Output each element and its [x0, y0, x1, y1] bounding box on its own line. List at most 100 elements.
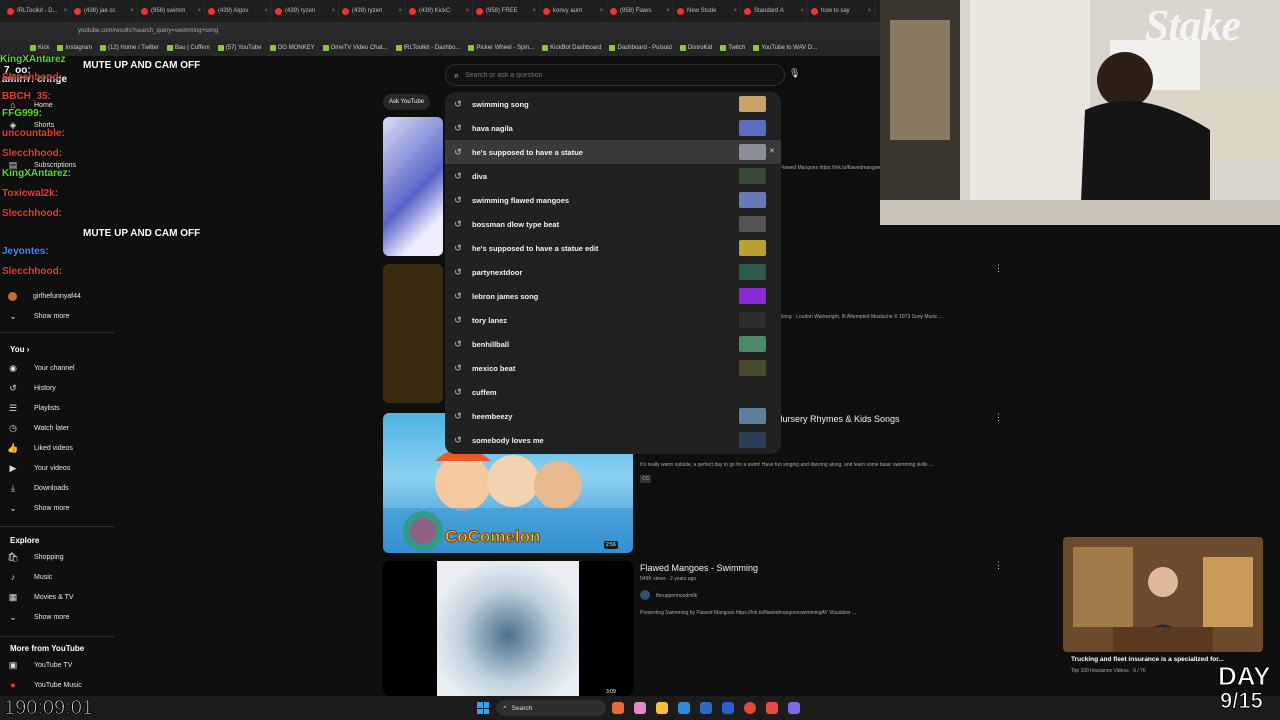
- sidebar-item-liked-videos[interactable]: 👍 Liked videos: [7, 439, 113, 457]
- close-tab-icon[interactable]: ×: [800, 8, 804, 14]
- windows-start-icon[interactable]: [477, 702, 489, 714]
- close-tab-icon[interactable]: ×: [733, 8, 737, 14]
- browser-tab[interactable]: konvy aunt ×: [540, 2, 607, 20]
- ad-video[interactable]: [1063, 537, 1263, 652]
- search-suggestion[interactable]: ↺ bossman dlow type beat: [445, 212, 781, 236]
- ask-youtube-button[interactable]: Ask YouTube: [383, 94, 431, 110]
- close-tab-icon[interactable]: ×: [130, 8, 134, 14]
- video-thumbnail[interactable]: [383, 561, 633, 696]
- sidebar-item-playlists[interactable]: ☰ Playlists: [8, 399, 113, 417]
- bookmark-item[interactable]: Bau | Cuffem: [166, 45, 210, 51]
- browser-tab[interactable]: (439) KickC ×: [406, 2, 473, 20]
- more-options-icon[interactable]: ⋮: [994, 412, 1003, 423]
- search-suggestion[interactable]: ↺ he's supposed to have a statue ✕: [445, 140, 781, 164]
- browser-tab[interactable]: (958) FREE ×: [473, 2, 540, 20]
- edge-icon[interactable]: [678, 702, 690, 714]
- search-suggestion[interactable]: ↺ heembeezy: [445, 404, 781, 428]
- search-suggestion[interactable]: ↺ mexico beat: [445, 356, 781, 380]
- close-tab-icon[interactable]: ×: [398, 8, 402, 14]
- bookmark-item[interactable]: DistroKid: [679, 45, 712, 51]
- bookmark-item[interactable]: Instagram: [57, 45, 92, 51]
- bookmark-item[interactable]: Kick: [30, 45, 49, 51]
- sidebar-item-shopping[interactable]: 🛍 Shopping: [7, 548, 113, 566]
- chrome-icon[interactable]: [744, 702, 756, 714]
- bookmark-item[interactable]: Picker Wheel - Spin...: [468, 45, 534, 51]
- bookmark-item[interactable]: (57) YouTube: [217, 45, 262, 51]
- sidebar-item-downloads[interactable]: ⤓ Downloads: [8, 479, 113, 497]
- app-icon[interactable]: [634, 702, 646, 714]
- avatar[interactable]: [640, 590, 650, 600]
- search-suggestion[interactable]: ↺ partynextdoor: [445, 260, 781, 284]
- bookmark-item[interactable]: YouTube to WAV D...: [753, 45, 817, 51]
- close-tab-icon[interactable]: ×: [666, 8, 670, 14]
- close-tab-icon[interactable]: ×: [599, 8, 603, 14]
- bookmark-item[interactable]: OG MONKEY: [269, 45, 315, 51]
- close-tab-icon[interactable]: ×: [264, 8, 268, 14]
- close-tab-icon[interactable]: ×: [197, 8, 201, 14]
- discord-icon[interactable]: [788, 702, 800, 714]
- video-thumbnail[interactable]: [383, 264, 443, 403]
- section-you[interactable]: You ›: [10, 345, 29, 354]
- sidebar-item-history[interactable]: ↺ History: [8, 379, 113, 397]
- close-tab-icon[interactable]: ×: [532, 8, 536, 14]
- browser-tab[interactable]: how to say ×: [808, 2, 875, 20]
- close-tab-icon[interactable]: ×: [63, 8, 67, 14]
- sidebar-show-more-subscriptions[interactable]: ⌄ Show more: [8, 307, 113, 325]
- close-tab-icon[interactable]: ×: [331, 8, 335, 14]
- search-suggestion[interactable]: ↺ cuffem: [445, 380, 781, 404]
- close-tab-icon[interactable]: ×: [867, 8, 871, 14]
- video-title[interactable]: Flawed Mangoes - Swimming: [640, 563, 758, 573]
- bookmark-item[interactable]: IRLToolkit - Dashbo...: [395, 45, 460, 51]
- search-suggestion[interactable]: ↺ somebody loves me: [445, 428, 781, 452]
- video-title[interactable]: Nursery Rhymes & Kids Songs: [776, 414, 900, 424]
- address-bar[interactable]: youtube.com/results?search_query=swimmin…: [0, 22, 880, 40]
- browser-tab[interactable]: (958) Flaws ×: [607, 2, 674, 20]
- sidebar-item-music[interactable]: ♪ Music: [8, 568, 113, 586]
- search-suggestion[interactable]: ↺ diva: [445, 164, 781, 188]
- search-suggestion[interactable]: ↺ he's supposed to have a statue edit: [445, 236, 781, 260]
- search-bar[interactable]: ⌕: [445, 64, 785, 86]
- app-icon[interactable]: [700, 702, 712, 714]
- bookmark-item[interactable]: Dashboard - Pulsoid: [609, 45, 672, 51]
- search-suggestion[interactable]: ↺ swimming song: [445, 92, 781, 116]
- browser-tab[interactable]: (439) ryzen ×: [272, 2, 339, 20]
- sidebar-item-subscription-channel[interactable]: girlhefunnyaf44: [8, 287, 113, 305]
- sidebar-item-show-more[interactable]: ⌄ Show more: [8, 608, 113, 626]
- microphone-icon[interactable]: 🎙: [789, 68, 800, 82]
- search-suggestion[interactable]: ↺ lebron james song: [445, 284, 781, 308]
- browser-tab[interactable]: (438) jae cc ×: [71, 2, 138, 20]
- app-icon[interactable]: [612, 702, 624, 714]
- bookmark-item[interactable]: OmeTV Video Chat...: [322, 45, 388, 51]
- browser-tab[interactable]: Standard A ×: [741, 2, 808, 20]
- sidebar-item-your-videos[interactable]: ▶ Your videos: [8, 459, 113, 477]
- sidebar-item-youtube-tv[interactable]: ▣ YouTube TV: [8, 656, 113, 674]
- search-suggestion[interactable]: ↺ swimming flawed mangoes: [445, 188, 781, 212]
- more-options-icon[interactable]: ⋮: [994, 560, 1003, 571]
- file-explorer-icon[interactable]: [656, 702, 668, 714]
- channel-name[interactable]: theuppermoodmilk: [656, 593, 697, 599]
- browser-tab[interactable]: (439) Algov ×: [205, 2, 272, 20]
- video-thumbnail[interactable]: [383, 117, 443, 256]
- search-suggestion[interactable]: ↺ tory lanez: [445, 308, 781, 332]
- search-suggestion[interactable]: ↺ benhillball: [445, 332, 781, 356]
- close-tab-icon[interactable]: ×: [465, 8, 469, 14]
- browser-tab[interactable]: (958) swimm ×: [138, 2, 205, 20]
- remove-suggestion-icon[interactable]: ✕: [769, 147, 775, 155]
- taskbar-search[interactable]: ⌕ Search: [496, 700, 606, 716]
- app-icon[interactable]: [766, 702, 778, 714]
- bookmark-item[interactable]: (12) Home / Twitter: [100, 45, 159, 51]
- browser-tab[interactable]: New Stude ×: [674, 2, 741, 20]
- bookmark-item[interactable]: KickBot Dashboard: [542, 45, 601, 51]
- browser-tab[interactable]: IRLToolkit - D... ×: [4, 2, 71, 20]
- sidebar-item-your-channel[interactable]: ◉ Your channel: [8, 359, 113, 377]
- sidebar-item-show-more[interactable]: ⌄ Show more: [8, 499, 113, 517]
- bookmark-item[interactable]: Twitch: [720, 45, 745, 51]
- sidebar-item-watch-later[interactable]: ◷ Watch later: [8, 419, 113, 437]
- sidebar-item-youtube-music[interactable]: ● YouTube Music: [8, 676, 113, 694]
- more-options-icon[interactable]: ⋮: [994, 263, 1003, 274]
- search-input[interactable]: [465, 71, 746, 79]
- sidebar-item-movies-tv[interactable]: ▦ Movies & TV: [8, 588, 113, 606]
- app-icon[interactable]: [722, 702, 734, 714]
- browser-tab[interactable]: (439) ryzen ×: [339, 2, 406, 20]
- search-suggestion[interactable]: ↺ hava nagila: [445, 116, 781, 140]
